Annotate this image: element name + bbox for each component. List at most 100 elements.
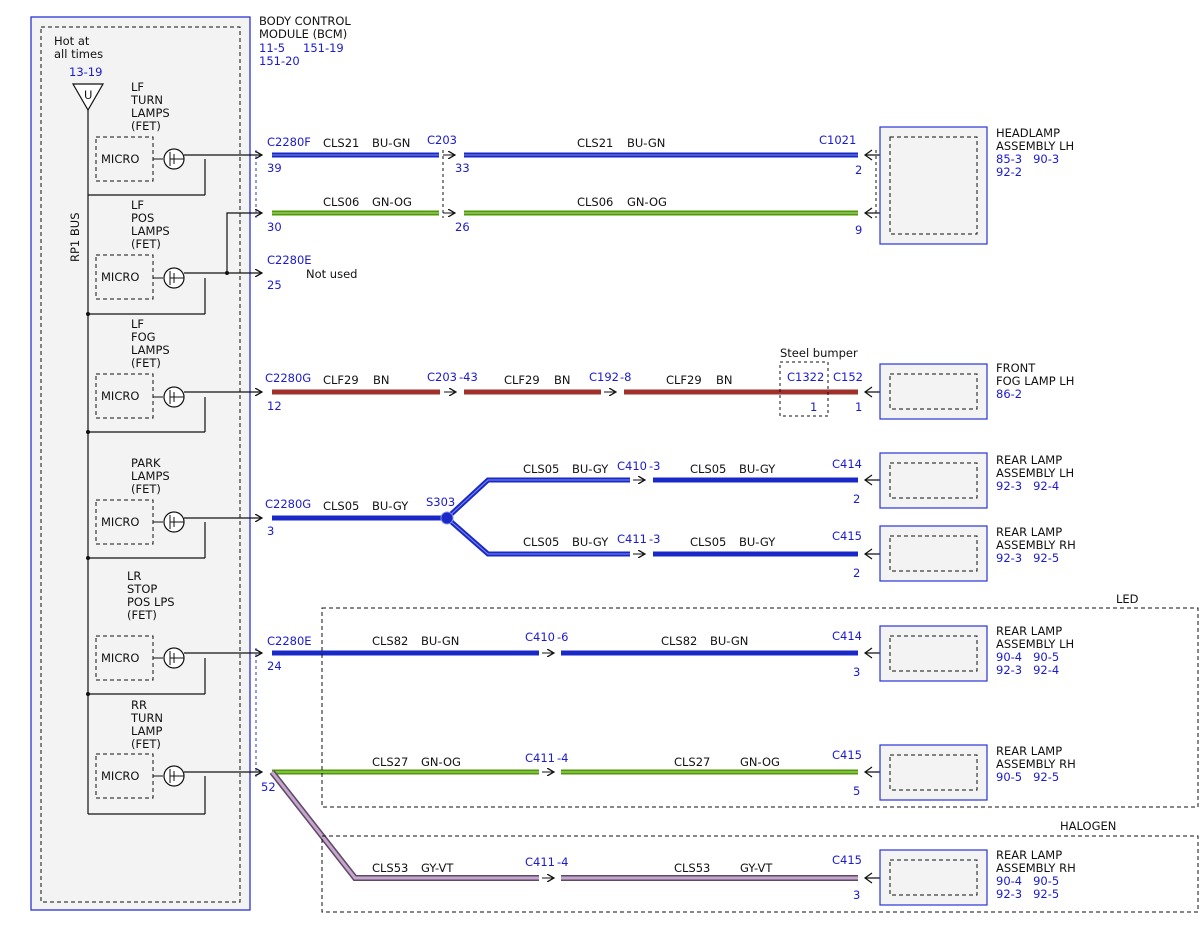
cls05-color-l2: BU-GY [739,535,776,549]
pin-minus-43: -43 [459,370,478,384]
conn-c411-b: C411 [525,751,555,765]
cls06-color-1: GN-OG [372,195,412,209]
svg-text:92-3 92-4: 92-3 92-4 [996,479,1059,493]
svg-text:ASSEMBLY LH: ASSEMBLY LH [996,466,1074,480]
component-label-rear-lamp-lh-led: REAR LAMP ASSEMBLY LH 90-4 90-5 92-3 92-… [996,624,1074,677]
fet-icon [163,765,185,787]
svg-text:FOG: FOG [131,330,156,344]
component-rear-lamp-rh-led [879,744,988,801]
svg-text:LAMPS: LAMPS [131,469,170,483]
svg-text:85-3 90-3: 85-3 90-3 [996,152,1059,166]
pin-52: 52 [261,780,276,794]
component-label-headlamp-lh: HEADLAMP ASSEMBLY LH 85-3 90-3 92-2 [996,126,1074,179]
cls06-color-2: GN-OG [627,195,667,209]
splice-s303-label: S303 [426,495,455,509]
bcm-title-line2: MODULE (BCM) [259,27,347,41]
clf29-color-1: BN [373,373,390,387]
bcm-ref-1: 11-5 [259,41,285,55]
conn-c411-a: C411 [617,532,647,546]
svg-text:LF: LF [131,317,144,331]
svg-text:MICRO: MICRO [101,515,139,529]
pin-minus-8: -8 [620,370,631,384]
clf29-circuit-3: CLF29 [666,373,702,387]
svg-text:ASSEMBLY RH: ASSEMBLY RH [996,861,1076,875]
svg-text:U: U [84,88,92,102]
pin-26: 26 [455,220,470,234]
cls21-circuit-1: CLS21 [323,136,359,150]
pin-39: 39 [267,161,282,175]
pin-1-c152: 1 [855,400,862,414]
svg-text:LAMP: LAMP [131,724,162,738]
conn-c410-b: C410 [525,630,555,644]
svg-text:REAR LAMP: REAR LAMP [996,525,1062,539]
svg-text:(FET): (FET) [131,737,161,751]
cls27-circuit-1: CLS27 [372,755,408,769]
pin-5-c415: 5 [853,784,860,798]
component-headlamp-lh [879,126,988,245]
svg-text:MICRO: MICRO [101,389,139,403]
svg-text:(FET): (FET) [127,608,157,622]
conn-c2280g-fog: C2280G [265,371,311,385]
conn-c415-b: C415 [832,748,862,762]
svg-text:PARK: PARK [131,456,161,470]
svg-text:POS LPS: POS LPS [127,595,175,609]
conn-c410-a: C410 [617,459,647,473]
led-label: LED [1116,592,1139,606]
svg-text:POS: POS [131,211,154,225]
pin-2-c415: 2 [853,566,860,580]
svg-text:MICRO: MICRO [101,270,139,284]
pin-25: 25 [267,278,282,292]
fet-icon [163,148,185,170]
pin-9: 9 [855,223,862,237]
conn-c203-a: C203 [427,133,457,147]
pin-24: 24 [267,659,282,673]
svg-text:92-3 92-4: 92-3 92-4 [996,663,1059,677]
component-entry-arrows [863,149,880,884]
fet-icon [163,267,185,289]
cls21-color-1: BU-GN [372,136,410,150]
clf29-color-3: BN [716,373,733,387]
svg-text:TURN: TURN [130,711,163,725]
pin-minus-4-b: -4 [557,855,568,869]
cls06-circuit-2: CLS06 [577,195,613,209]
svg-text:LAMPS: LAMPS [131,343,170,357]
svg-text:TURN: TURN [130,93,163,107]
svg-text:ASSEMBLY RH: ASSEMBLY RH [996,538,1076,552]
cls05-circuit-l1: CLS05 [523,535,559,549]
svg-text:LAMPS: LAMPS [131,106,170,120]
pin-33: 33 [455,161,470,175]
svg-text:MICRO: MICRO [101,769,139,783]
cls05-color-u2: BU-GY [739,462,776,476]
svg-text:LR: LR [127,569,141,583]
svg-text:(FET): (FET) [131,482,161,496]
svg-text:ASSEMBLY RH: ASSEMBLY RH [996,757,1076,771]
clf29-circuit-1: CLF29 [323,373,359,387]
conn-c414-a: C414 [832,457,862,471]
svg-text:92-3 92-5: 92-3 92-5 [996,551,1059,565]
component-rear-lamp-rh-1 [879,525,988,582]
fet-icon [163,647,185,669]
pin-minus-6: -6 [557,630,568,644]
cls82-circuit-1: CLS82 [372,634,408,648]
conn-c415-c: C415 [832,853,862,867]
cls27-circuit-2: CLS27 [674,755,710,769]
svg-text:STOP: STOP [127,582,157,596]
cls21-circuit-2: CLS21 [577,136,613,150]
component-label-rear-lamp-rh-led: REAR LAMP ASSEMBLY RH 90-5 92-5 [996,744,1076,784]
wiring-diagram: BODY CONTROL MODULE (BCM) 11-5 151-19 15… [30,14,1199,913]
component-rear-lamp-lh-1 [879,452,988,509]
svg-text:LF: LF [131,198,144,212]
svg-text:(FET): (FET) [131,119,161,133]
svg-text:FRONT: FRONT [996,361,1036,375]
cls82-color-1: BU-GN [421,634,459,648]
svg-text:RR: RR [131,698,147,712]
pin-30: 30 [267,220,282,234]
conn-c1322: C1322 [787,370,824,384]
svg-text:90-4 90-5: 90-4 90-5 [996,650,1059,664]
component-label-rear-lamp-rh-halogen: REAR LAMP ASSEMBLY RH 90-4 90-5 92-3 92-… [996,848,1076,901]
pin-3-c414: 3 [853,665,860,679]
conn-c203-b: C203 [427,370,457,384]
bcm-title-line1: BODY CONTROL [259,14,351,28]
halogen-label: HALOGEN [1060,819,1116,833]
svg-text:MICRO: MICRO [101,651,139,665]
